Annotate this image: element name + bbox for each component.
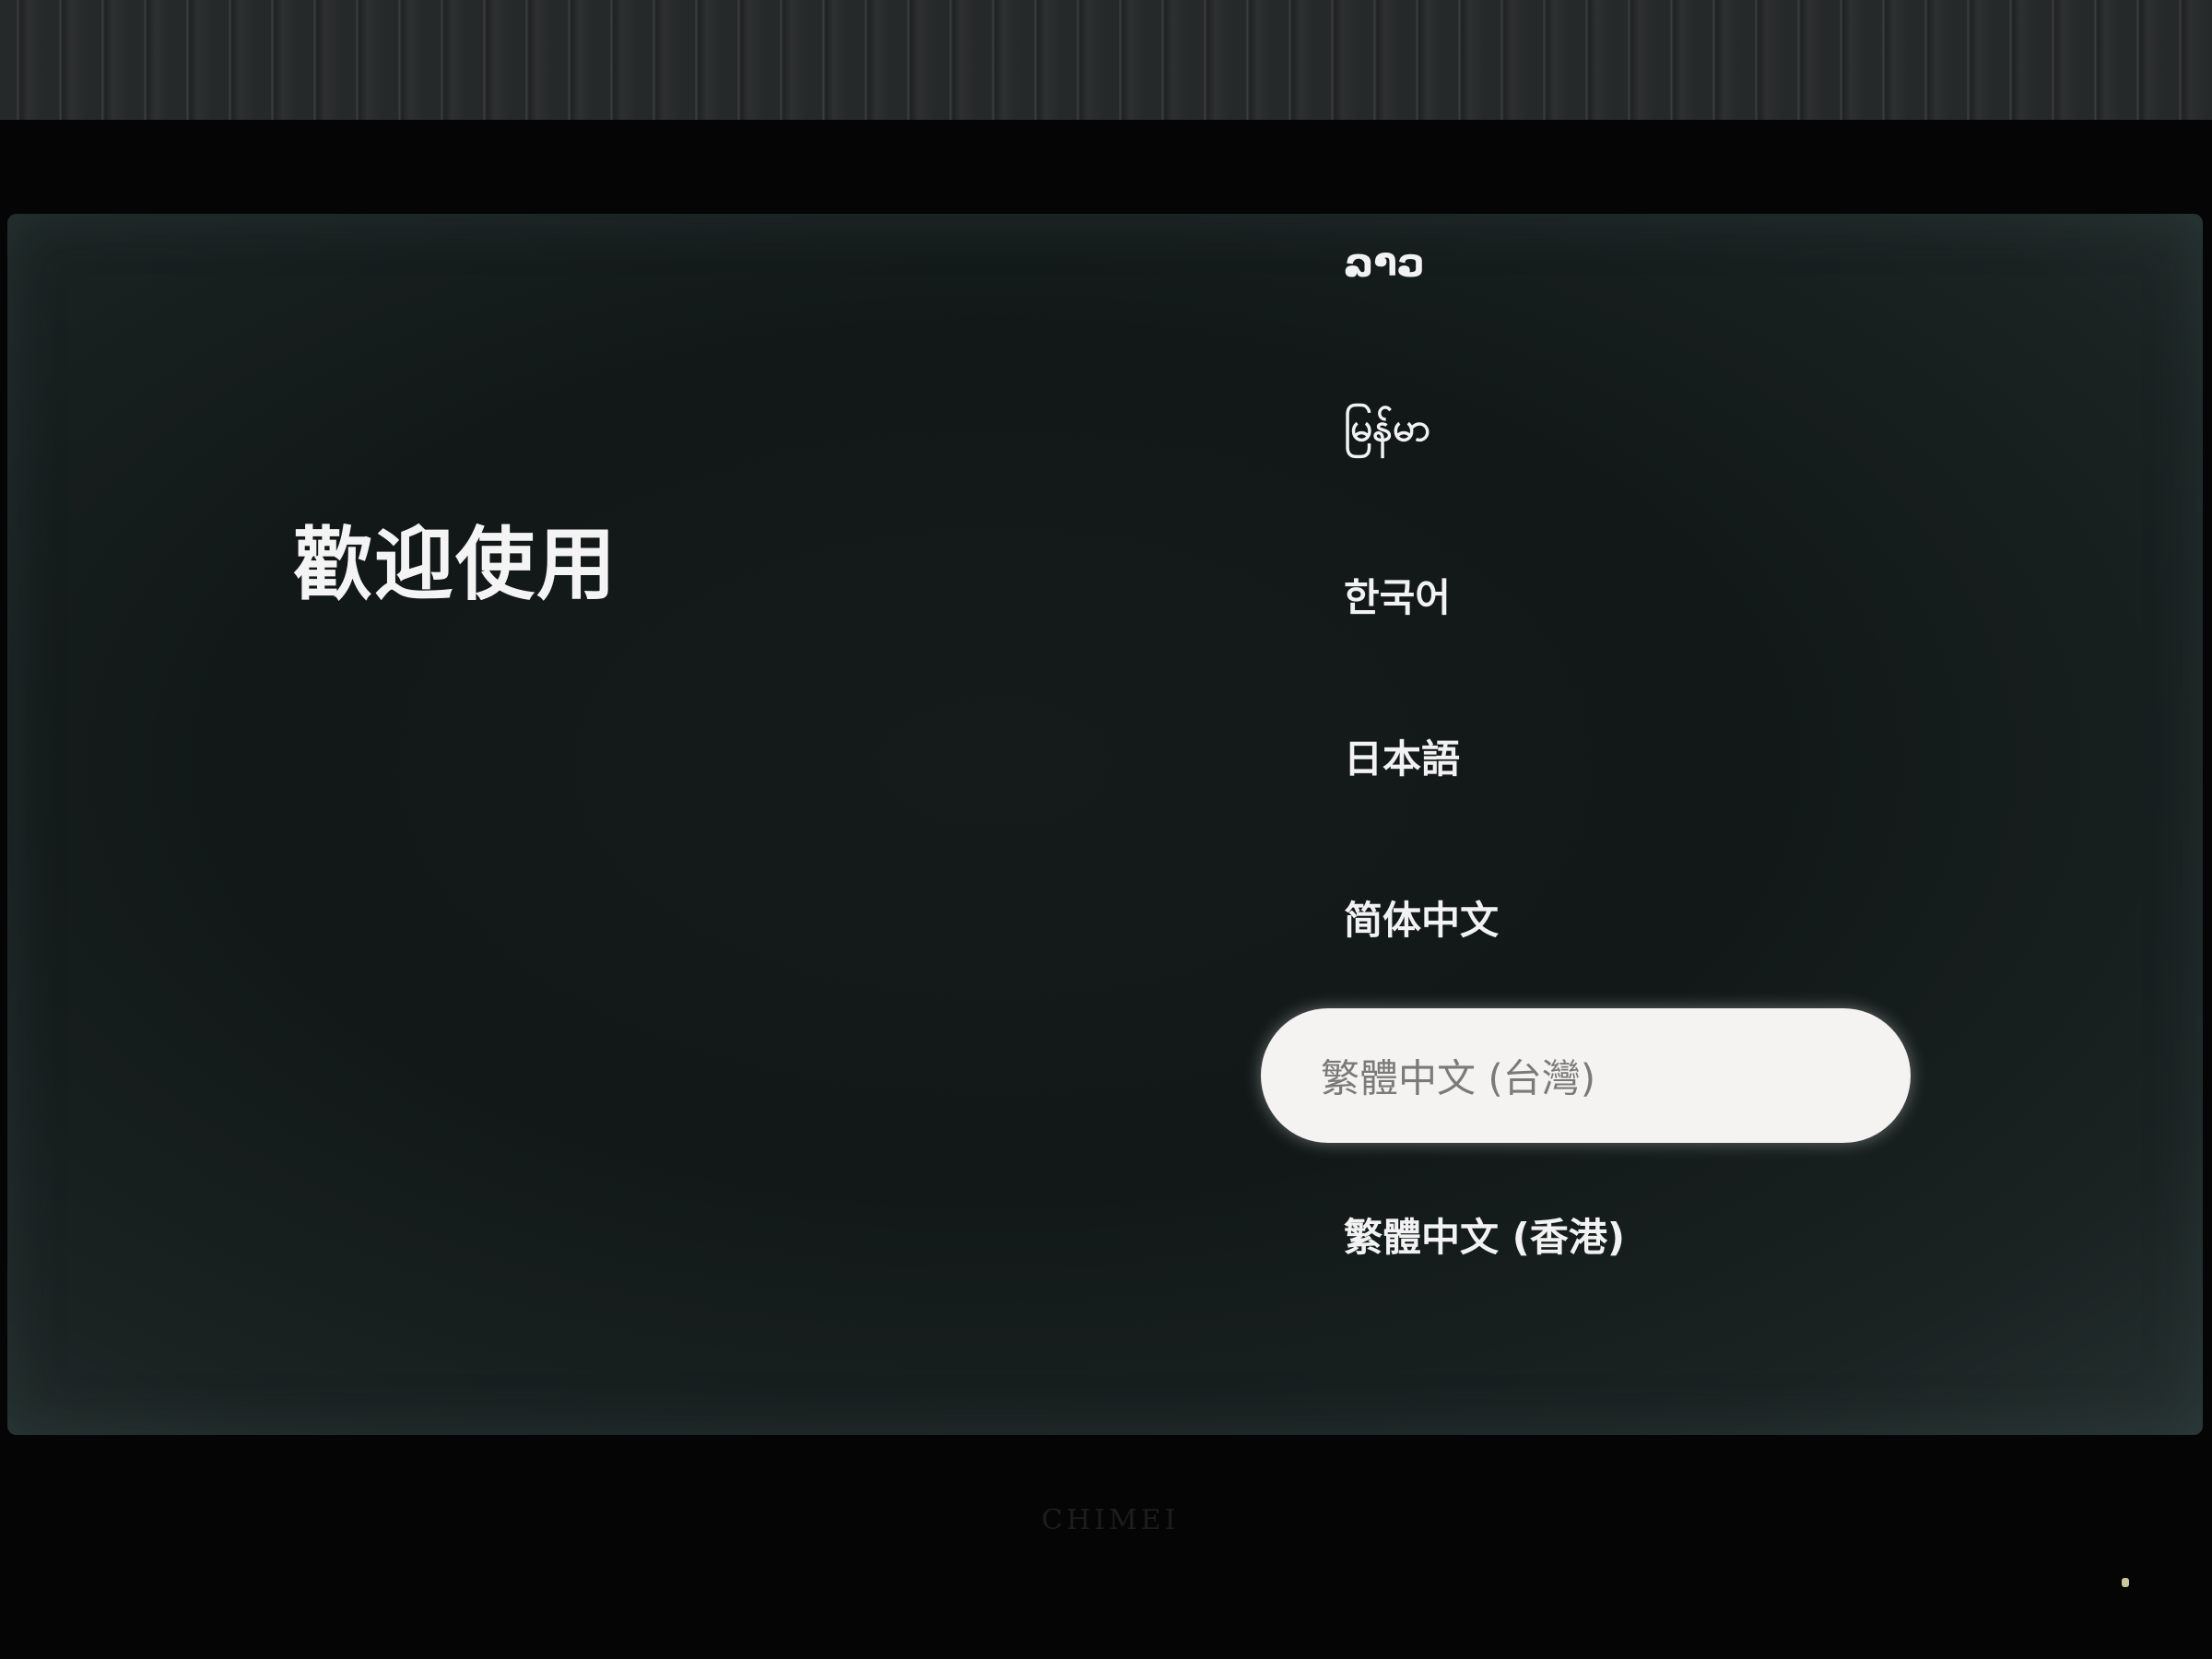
language-option-traditional-chinese-hongkong[interactable]: 繁體中文 (香港) [1344,1206,1625,1263]
language-option-traditional-chinese-taiwan[interactable]: 繁體中文 (台灣) [1261,1008,1911,1143]
background-wall [0,0,2212,138]
welcome-title: 歡迎使用 [293,519,618,611]
language-option-burmese[interactable]: မြန်မာ [1344,403,1430,460]
language-option-korean[interactable]: 한국어 [1344,567,1451,623]
tv-brand-logo: CHIMEI [1041,1504,1180,1536]
selected-language-label: 繁體中文 (台灣) [1321,1055,1596,1101]
language-option-japanese[interactable]: 日本語 [1344,728,1460,784]
language-option-simplified-chinese[interactable]: 简体中文 [1344,889,1499,946]
language-list: ລາວ မြန်မာ 한국어 日本語 简体中文 繁體中文 (台灣) 繁體中文 (… [1261,214,1961,1435]
tv-screen: 歡迎使用 ລາວ မြန်မာ 한국어 日本語 简体中文 繁體中文 (台灣) 繁… [7,214,2203,1435]
language-option-lao[interactable]: ລາວ [1344,240,1425,285]
power-indicator-icon [2122,1578,2129,1587]
